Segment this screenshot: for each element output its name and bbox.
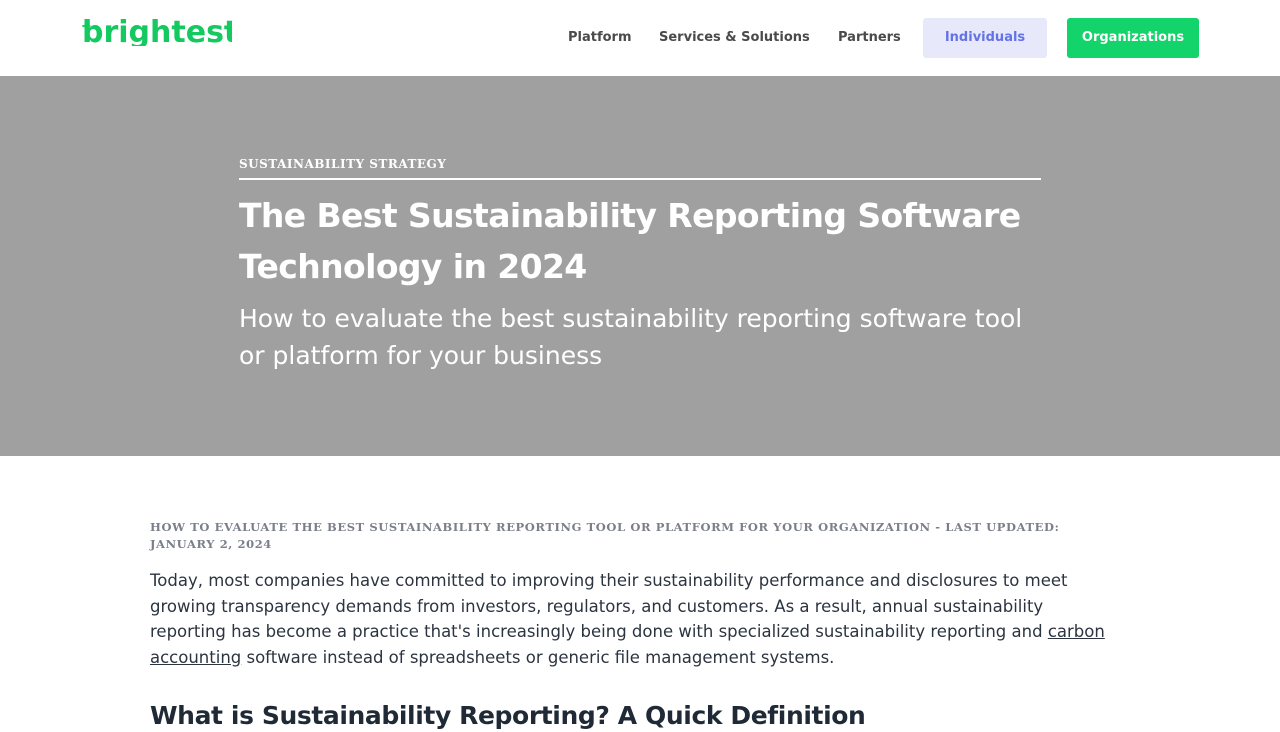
spark-icon <box>82 20 92 32</box>
nav-platform[interactable]: Platform <box>568 28 632 48</box>
site-header: brightest Platform Services & Solutions … <box>0 0 1280 76</box>
brand-logo[interactable]: brightest <box>82 18 232 46</box>
intro-paragraph: Today, most companies have committed to … <box>150 568 1120 670</box>
logo-text: brightest <box>82 18 232 46</box>
intro-text-start: Today, most companies have committed to … <box>150 571 1068 642</box>
page-subtitle: How to evaluate the best sustainability … <box>239 304 1023 370</box>
nav-partners[interactable]: Partners <box>838 28 901 48</box>
section-heading: What is Sustainability Reporting? A Quic… <box>150 701 866 730</box>
page-title: The Best Sustainability Reporting Softwa… <box>239 196 1021 286</box>
organizations-button[interactable]: Organizations <box>1067 18 1199 58</box>
hero-banner: SUSTAINABILITY STRATEGY The Best Sustain… <box>0 76 1280 456</box>
intro-text-end: software instead of spreadsheets or gene… <box>241 647 835 667</box>
article-meta: HOW TO EVALUATE THE BEST SUSTAINABILITY … <box>150 520 1060 551</box>
category-eyebrow[interactable]: SUSTAINABILITY STRATEGY <box>239 157 1041 171</box>
eyebrow-divider <box>239 178 1041 180</box>
nav-services-solutions[interactable]: Services & Solutions <box>659 28 810 48</box>
individuals-button[interactable]: Individuals <box>923 18 1047 58</box>
